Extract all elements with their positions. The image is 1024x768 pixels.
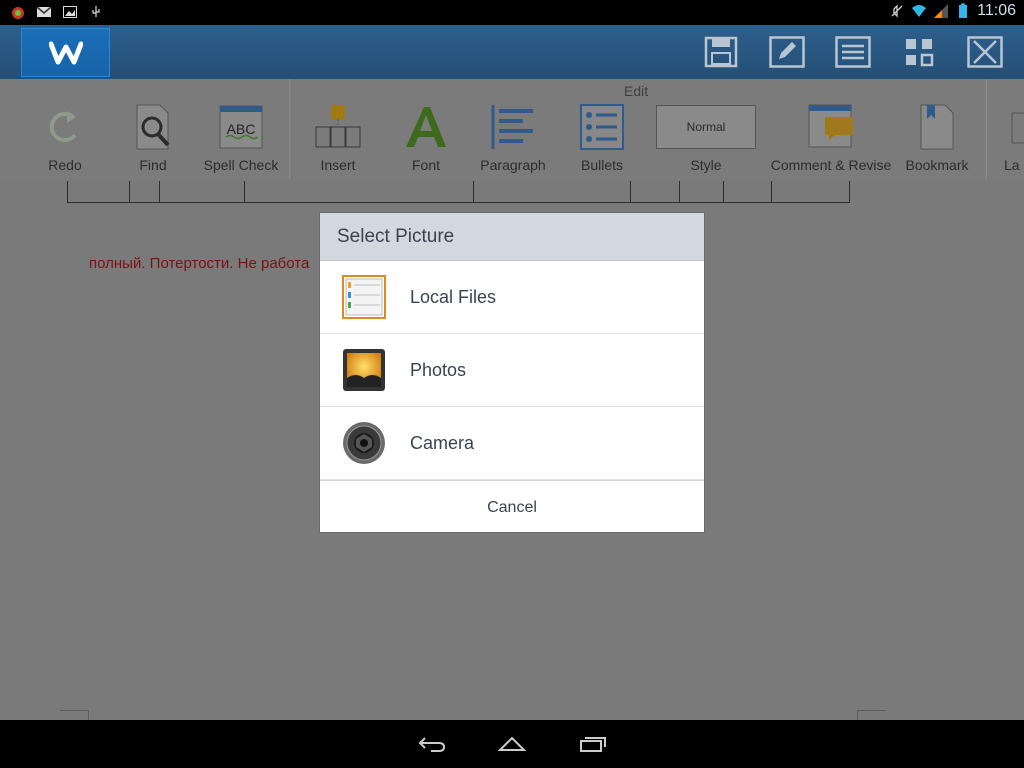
- ribbon-bookmark-button[interactable]: Bookmark: [904, 101, 970, 177]
- ribbon-redo-button[interactable]: Redo: [40, 101, 90, 177]
- layout-icon: [1011, 112, 1024, 144]
- table-cell-border: [159, 181, 160, 203]
- option-label: Local Files: [410, 286, 497, 307]
- ribbon-layout-button[interactable]: La: [1004, 101, 1024, 177]
- spell-check-preview: ABC: [226, 121, 256, 137]
- edit-button[interactable]: [767, 34, 807, 70]
- ribbon-insert-button[interactable]: Insert: [313, 101, 363, 177]
- ribbon-item-label: Style: [690, 157, 722, 173]
- style-preview-text: Normal: [686, 120, 726, 134]
- ribbon-item-label: Insert: [320, 157, 356, 173]
- close-icon: [967, 36, 1003, 68]
- option-photos[interactable]: Photos: [320, 334, 704, 407]
- home-icon: [497, 736, 527, 751]
- title-bar: [0, 25, 1024, 79]
- close-button[interactable]: [965, 34, 1005, 70]
- cancel-button[interactable]: Cancel: [320, 480, 704, 534]
- option-label: Camera: [410, 432, 475, 453]
- ribbon-font-button[interactable]: Font: [401, 101, 451, 177]
- battery-icon: [959, 3, 968, 18]
- ribbon-style-button[interactable]: Normal Style: [655, 101, 757, 177]
- status-bar: 11:06: [0, 0, 1024, 25]
- table-cell-border: [630, 181, 631, 203]
- ribbon-separator: [986, 79, 987, 179]
- table-cell-border: [771, 181, 772, 203]
- wifi-icon: [912, 5, 927, 17]
- ribbon-comment-revise-button[interactable]: Comment & Revise: [770, 101, 892, 177]
- gmail-icon: [36, 6, 52, 17]
- ribbon-bullets-button[interactable]: Bullets: [576, 101, 628, 177]
- ribbon-find-button[interactable]: Find: [128, 101, 178, 177]
- font-icon: [406, 107, 446, 147]
- ribbon-section-label: Edit: [624, 83, 649, 99]
- ribbon-item-label: Bullets: [580, 157, 624, 173]
- document-text: полный. Потертости. Не работа: [89, 255, 310, 272]
- ribbon-item-label: Paragraph: [480, 157, 546, 173]
- table-cell-border: [679, 181, 680, 203]
- option-camera[interactable]: Camera: [320, 407, 704, 480]
- redo-icon: [49, 111, 77, 143]
- local-files-icon: [342, 275, 386, 319]
- photos-icon: [343, 349, 385, 391]
- recent-apps-icon: [580, 737, 606, 752]
- word-logo-icon: [48, 41, 83, 64]
- table-cell-border: [723, 181, 724, 203]
- status-time: 11:06: [977, 2, 1016, 19]
- style-preview-box: Normal: [656, 105, 756, 149]
- document-table: [67, 181, 850, 203]
- ribbon-item-label: Find: [139, 157, 167, 173]
- ribbon-paragraph-button[interactable]: Paragraph: [478, 101, 548, 177]
- mute-icon: [891, 4, 903, 18]
- home-button[interactable]: [492, 732, 532, 756]
- navigation-bar: [0, 720, 1024, 768]
- table-cell-border: [129, 181, 130, 203]
- signal-icon: [934, 4, 949, 18]
- save-button[interactable]: [701, 34, 741, 70]
- gallery-icon: [63, 6, 77, 18]
- app-logo[interactable]: [21, 28, 110, 77]
- find-icon: [136, 104, 170, 150]
- select-picture-dialog: Select Picture Local Files Photos Camera…: [320, 213, 704, 532]
- camera-icon: [343, 422, 385, 464]
- ribbon-item-label: Bookmark: [905, 157, 969, 173]
- list-button[interactable]: [833, 34, 873, 70]
- ribbon-item-label: La: [1004, 157, 1020, 173]
- ribbon-item-label: Comment & Revise: [770, 157, 892, 173]
- ribbon-spell-check-button[interactable]: ABC Spell Check: [201, 101, 281, 177]
- back-button[interactable]: [412, 732, 452, 756]
- ribbon-toolbar: Edit Redo Find ABC Spell Check Insert Fo…: [0, 79, 1024, 182]
- table-cell-border: [244, 181, 245, 203]
- grid-icon: [906, 39, 934, 67]
- insert-icon: [315, 105, 361, 148]
- comment-icon: [808, 104, 853, 148]
- bookmark-icon: [920, 104, 954, 150]
- recent-apps-button[interactable]: [573, 732, 613, 756]
- android-debug-icon: [12, 7, 24, 19]
- ribbon-item-label: Spell Check: [203, 157, 279, 173]
- paragraph-icon: [491, 105, 533, 149]
- cancel-label: Cancel: [487, 498, 537, 516]
- dialog-title: Select Picture: [337, 225, 455, 247]
- option-label: Photos: [410, 359, 467, 380]
- save-icon: [704, 36, 738, 68]
- grid-button[interactable]: [899, 34, 939, 70]
- table-cell-border: [473, 181, 474, 203]
- edit-icon: [769, 36, 805, 68]
- usb-icon: [92, 6, 100, 17]
- bullets-icon: [580, 104, 624, 150]
- option-local-files[interactable]: Local Files: [320, 261, 704, 334]
- back-icon: [418, 737, 446, 752]
- list-icon: [835, 36, 871, 68]
- ribbon-item-label: Redo: [48, 157, 82, 173]
- dialog-header: Select Picture: [320, 213, 704, 261]
- ribbon-separator: [289, 79, 290, 179]
- ribbon-item-label: Font: [411, 157, 440, 173]
